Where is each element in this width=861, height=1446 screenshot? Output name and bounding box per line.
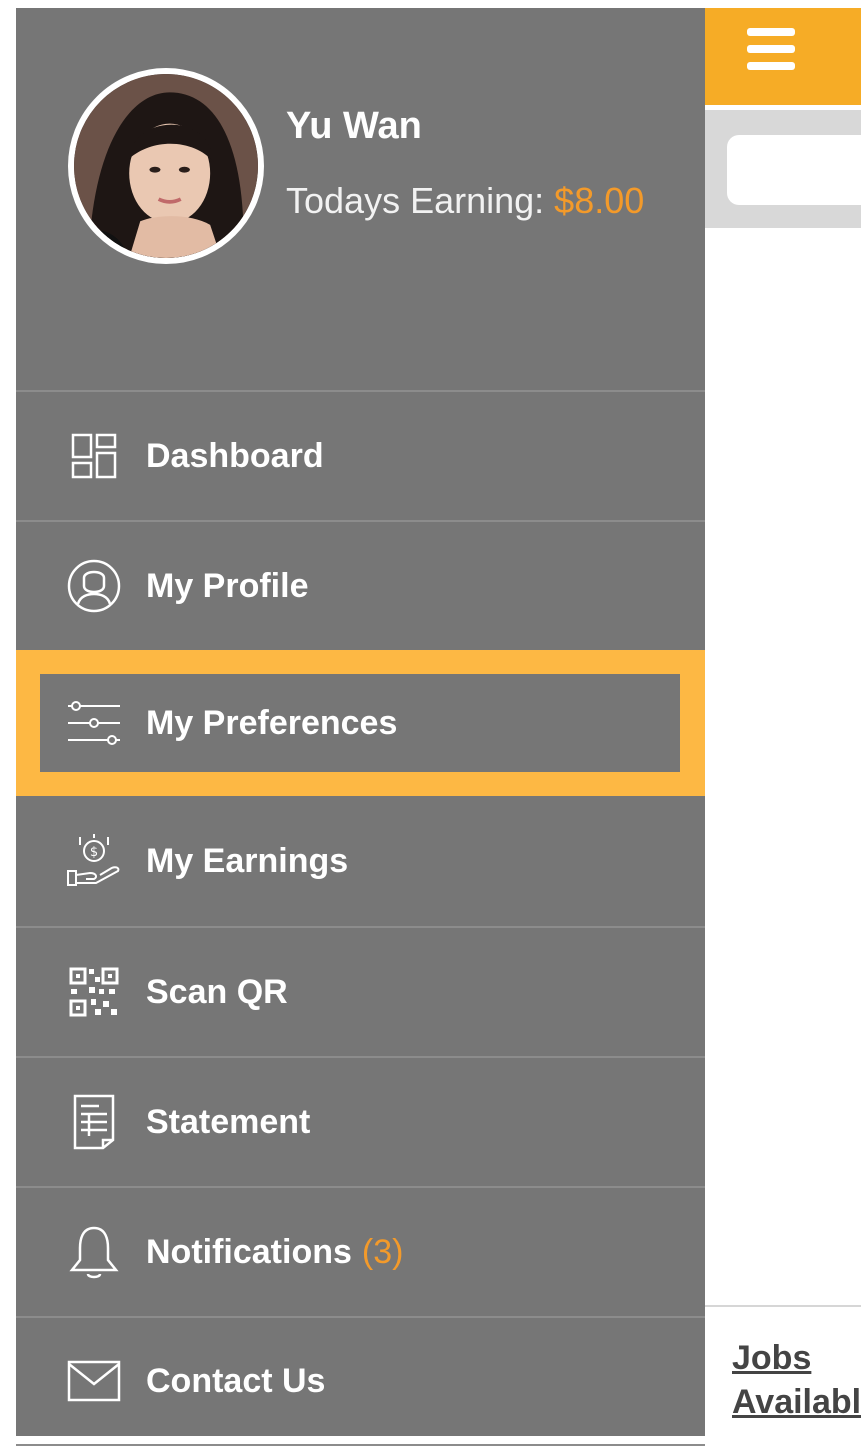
avatar[interactable]	[68, 68, 264, 264]
main-app-area: Jobs Available	[705, 0, 861, 1436]
menu-item-statement[interactable]: Statement	[16, 1056, 705, 1186]
menu-item-notifications[interactable]: Notifications (3)	[16, 1186, 705, 1316]
earning-label: Todays Earning:	[286, 180, 545, 221]
menu-item-scan-qr[interactable]: Scan QR	[16, 926, 705, 1056]
app-top-bar	[705, 8, 861, 105]
hamburger-menu-icon[interactable]	[747, 28, 795, 76]
hand-money-icon: $	[66, 833, 122, 889]
menu-item-label: Notifications	[146, 1232, 352, 1271]
dashboard-icon	[66, 428, 122, 484]
menu-item-label: Statement	[146, 1102, 311, 1141]
search-input[interactable]	[727, 135, 861, 205]
bell-icon	[66, 1224, 122, 1280]
menu-item-dashboard[interactable]: Dashboard	[16, 390, 705, 520]
qr-code-icon	[66, 964, 122, 1020]
user-circle-icon	[66, 558, 122, 614]
menu-item-label: My Profile	[146, 566, 309, 605]
menu-item-my-preferences-inner: My Preferences	[40, 674, 680, 772]
navigation-drawer: Yu Wan Todays Earning: $8.00 Dashboard M…	[16, 8, 705, 1446]
envelope-icon	[66, 1353, 122, 1409]
statement-icon	[66, 1094, 122, 1150]
menu-item-label: Scan QR	[146, 972, 288, 1011]
menu-item-label: My Preferences	[146, 703, 398, 742]
notification-count-badge: (3)	[361, 1232, 404, 1271]
menu-item-label: Contact Us	[146, 1361, 326, 1400]
menu-item-my-earnings[interactable]: $ My Earnings	[16, 796, 705, 926]
todays-earning: Todays Earning: $8.00	[286, 180, 644, 222]
profile-header: Yu Wan Todays Earning: $8.00	[16, 8, 705, 390]
sliders-icon	[66, 695, 122, 751]
avatar-photo-icon	[74, 74, 258, 258]
jobs-available-link[interactable]: Jobs Available	[732, 1336, 861, 1424]
menu-item-contact-us[interactable]: Contact Us	[16, 1316, 705, 1446]
earning-amount: $8.00	[554, 180, 645, 221]
menu-item-label: Dashboard	[146, 436, 324, 475]
menu-item-my-preferences[interactable]: My Preferences	[16, 650, 705, 796]
search-bar-area	[705, 110, 861, 228]
menu-item-label: My Earnings	[146, 841, 349, 880]
user-name: Yu Wan	[286, 105, 422, 147]
drawer-menu: Dashboard My Profile My Preferences $ My…	[16, 390, 705, 1446]
divider	[705, 1305, 861, 1307]
menu-item-my-profile[interactable]: My Profile	[16, 520, 705, 650]
svg-text:$: $	[90, 845, 98, 860]
